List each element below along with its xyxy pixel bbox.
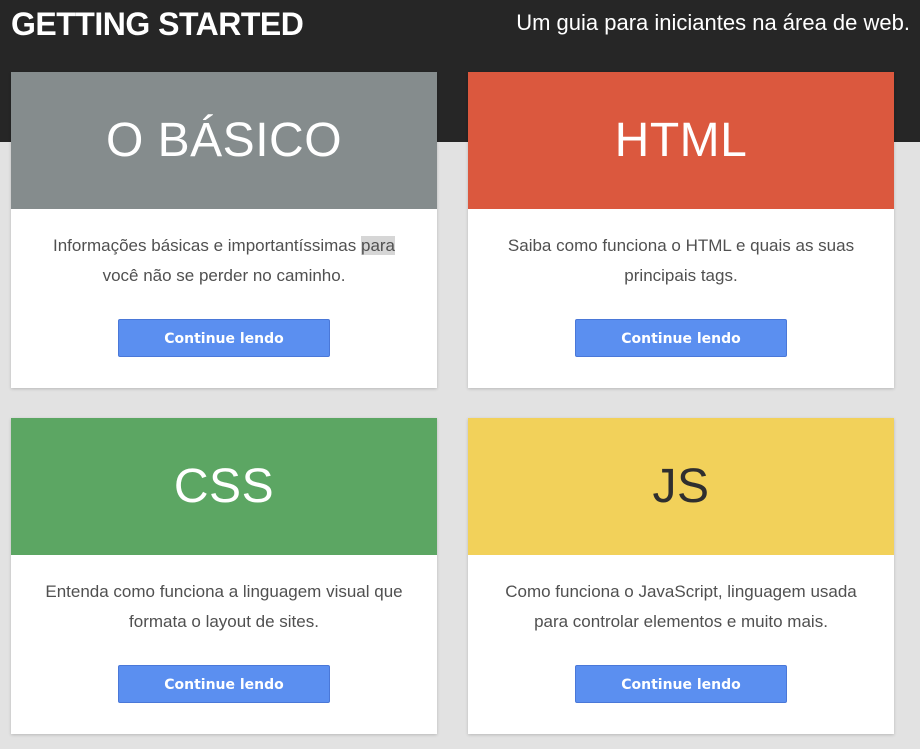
card-description-part: Informações básicas e importantíssimas — [52, 236, 361, 255]
card-css: CSS Entenda como funciona a linguagem vi… — [11, 418, 437, 734]
site-title: GETTING STARTED — [11, 6, 304, 42]
card-title: HTML — [614, 114, 748, 167]
card-description: Informações básicas e importantíssimas p… — [34, 231, 414, 291]
highlighted-text: para — [360, 236, 396, 255]
card-basico: O BÁSICO Informações básicas e important… — [11, 72, 437, 388]
card-header: JS — [468, 418, 894, 555]
card-js: JS Como funciona o JavaScript, linguagem… — [468, 418, 894, 734]
card-description-part: você não se perder no caminho. — [102, 266, 346, 285]
continue-reading-button-html[interactable]: Continue lendo — [575, 319, 787, 357]
card-description: Entenda como funciona a linguagem visual… — [45, 582, 403, 631]
site-tagline: Um guia para iniciantes na área de web. — [516, 10, 910, 35]
card-header: HTML — [468, 72, 894, 209]
card-title: JS — [652, 460, 710, 513]
continue-reading-button-basico[interactable]: Continue lendo — [118, 319, 330, 357]
card-title: CSS — [173, 460, 275, 513]
continue-reading-button-js[interactable]: Continue lendo — [575, 665, 787, 703]
card-header: O BÁSICO — [11, 72, 437, 209]
card-title: O BÁSICO — [105, 114, 343, 167]
card-description: Como funciona o JavaScript, linguagem us… — [505, 582, 857, 631]
card-html: HTML Saiba como funciona o HTML e quais … — [468, 72, 894, 388]
continue-reading-button-css[interactable]: Continue lendo — [118, 665, 330, 703]
card-header: CSS — [11, 418, 437, 555]
card-description: Saiba como funciona o HTML e quais as su… — [507, 236, 855, 285]
